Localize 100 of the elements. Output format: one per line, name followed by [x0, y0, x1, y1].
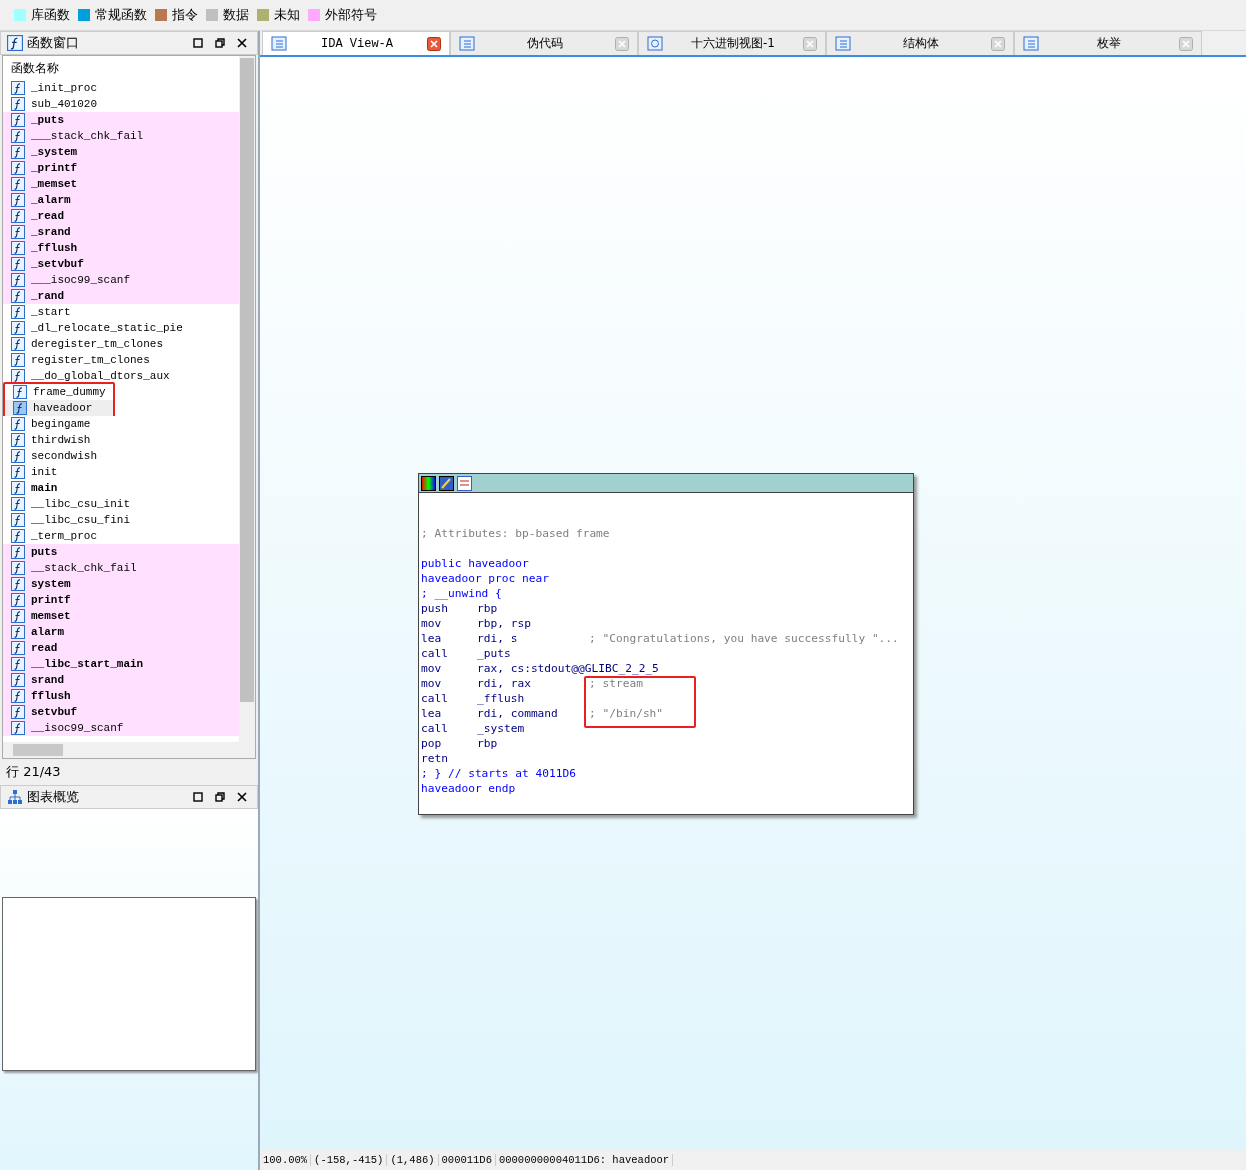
function-row[interactable]: puts	[3, 544, 239, 560]
code-operands: rbp	[477, 601, 499, 616]
function-icon	[11, 193, 25, 207]
legend-label: 数据	[223, 6, 249, 24]
function-row[interactable]: _printf	[3, 160, 239, 176]
function-row[interactable]: __stack_chk_fail	[3, 560, 239, 576]
function-row[interactable]: _memset	[3, 176, 239, 192]
function-row[interactable]: __isoc99_scanf	[3, 720, 239, 736]
function-row[interactable]: _rand	[3, 288, 239, 304]
tab[interactable]: 伪代码	[450, 31, 638, 55]
graph-node[interactable]	[418, 473, 914, 815]
code-mnemonic: mov	[421, 616, 443, 631]
function-icon	[11, 689, 25, 703]
code-mnemonic: mov	[421, 661, 443, 676]
function-name: _rand	[31, 290, 64, 302]
function-icon	[11, 321, 25, 335]
code-comment: ; Attributes: bp-based frame	[421, 526, 610, 541]
function-icon	[11, 81, 25, 95]
function-icon	[11, 241, 25, 255]
function-row[interactable]: setvbuf	[3, 704, 239, 720]
status-field: 000011D6	[438, 1154, 496, 1166]
function-row[interactable]: fflush	[3, 688, 239, 704]
hierarchy-icon	[7, 789, 23, 805]
tab[interactable]: IDA View-A	[262, 31, 450, 55]
code-mnemonic: push	[421, 601, 449, 616]
function-name: thirdwish	[31, 434, 91, 446]
function-name: read	[31, 642, 58, 654]
code-operands: _fflush	[477, 691, 526, 706]
function-name: puts	[31, 546, 58, 558]
function-name: printf	[31, 594, 71, 606]
function-row[interactable]: __libc_start_main	[3, 656, 239, 672]
tab[interactable]: 结构体	[826, 31, 1014, 55]
function-row[interactable]: ___isoc99_scanf	[3, 272, 239, 288]
function-icon	[11, 465, 25, 479]
color-palette-icon[interactable]	[421, 475, 436, 491]
function-icon	[11, 497, 25, 511]
function-icon	[11, 433, 25, 447]
code-label: ; __unwind {	[421, 586, 502, 601]
function-name: __stack_chk_fail	[31, 562, 137, 574]
function-icon	[11, 353, 25, 367]
function-row[interactable]: read	[3, 640, 239, 656]
function-row[interactable]: system	[3, 576, 239, 592]
function-name: _srand	[31, 226, 71, 238]
function-name: _dl_relocate_static_pie	[31, 322, 183, 334]
restore-icon	[215, 792, 225, 802]
code-operands: rdi, rax	[477, 676, 532, 691]
code-comment: ; "Congratulations, you have successfully "...	[589, 631, 899, 646]
function-row[interactable]: alarm	[3, 624, 239, 640]
code-label: haveadoor proc near	[421, 571, 549, 586]
vertical-scrollbar[interactable]	[239, 56, 255, 742]
function-icon	[11, 97, 25, 111]
function-row[interactable]: _setvbuf	[3, 256, 239, 272]
function-row[interactable]: _read	[3, 208, 239, 224]
function-name: _start	[31, 306, 71, 318]
code-mnemonic: mov	[421, 676, 443, 691]
document-icon	[1023, 36, 1039, 51]
function-name: __libc_csu_init	[31, 498, 131, 510]
function-name: _init_proc	[31, 82, 97, 94]
code-mnemonic: lea	[421, 706, 443, 721]
function-name: _read	[31, 210, 64, 222]
function-row[interactable]: _srand	[3, 224, 239, 240]
tab[interactable]: 枚举	[1014, 31, 1202, 55]
document-icon	[647, 36, 663, 51]
status-field: 100.00%	[260, 1154, 312, 1166]
horizontal-scrollbar[interactable]	[3, 742, 255, 758]
code-operands: rbp, rsp	[477, 616, 532, 631]
function-row[interactable]: memset	[3, 608, 239, 624]
function-row[interactable]: srand	[3, 672, 239, 688]
legend-label: 外部符号	[325, 6, 377, 24]
legend-label: 未知	[274, 6, 300, 24]
function-row[interactable]: ___stack_chk_fail	[3, 128, 239, 144]
code-mnemonic: call	[421, 646, 449, 661]
function-row[interactable]: _alarm	[3, 192, 239, 208]
function-icon	[11, 449, 25, 463]
function-name: _term_proc	[31, 530, 97, 542]
function-name: haveadoor	[33, 402, 93, 414]
function-row[interactable]: printf	[3, 592, 239, 608]
close-icon	[237, 38, 247, 48]
function-name: _alarm	[31, 194, 71, 206]
column-header[interactable]: 函数名称	[3, 56, 239, 80]
function-icon	[11, 257, 25, 271]
pencil-icon[interactable]	[439, 475, 454, 491]
graph-icon[interactable]	[457, 475, 472, 491]
code-operands: rdi, command	[477, 706, 559, 721]
tab[interactable]: 十六进制视图-1	[638, 31, 826, 55]
function-row[interactable]: _system	[3, 144, 239, 160]
code-label: haveadoor endp	[421, 781, 516, 796]
function-row[interactable]: _puts	[3, 112, 239, 128]
function-icon	[13, 385, 27, 399]
function-icon	[11, 609, 25, 623]
function-row[interactable]: haveadoor	[5, 400, 113, 416]
function-icon	[11, 673, 25, 687]
function-name: __do_global_dtors_aux	[31, 370, 170, 382]
function-row[interactable]: _fflush	[3, 240, 239, 256]
function-name: memset	[31, 610, 71, 622]
function-icon	[7, 35, 23, 51]
code-mnemonic: lea	[421, 631, 443, 646]
function-icon	[11, 209, 25, 223]
close-icon[interactable]	[427, 36, 441, 51]
function-name: _setvbuf	[31, 258, 84, 270]
